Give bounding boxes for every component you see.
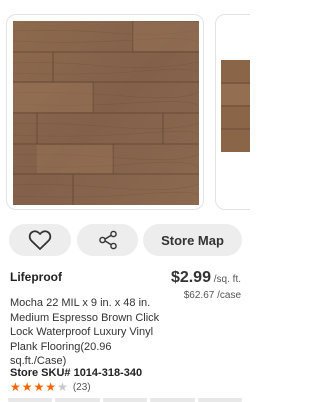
next-section-edge xyxy=(0,398,250,402)
heart-icon xyxy=(28,230,52,250)
star-icon: ★ xyxy=(33,380,45,394)
price-per-unit: $2.99 xyxy=(170,269,211,286)
next-product-image[interactable] xyxy=(215,14,250,210)
share-icon xyxy=(98,230,117,250)
review-count[interactable]: (23) xyxy=(73,382,91,393)
star-icon: ★ xyxy=(21,380,33,394)
star-icon: ★ xyxy=(10,380,21,394)
rating[interactable]: ★ ★ ★ ★ ★ (23) xyxy=(10,380,91,394)
store-map-button[interactable]: Store Map xyxy=(143,224,242,256)
product-title[interactable]: Mocha 22 MIL x 9 in. x 48 in. Medium Esp… xyxy=(10,296,160,369)
action-bar: Store Map xyxy=(0,224,250,258)
star-icon: ★ xyxy=(57,380,68,394)
image-carousel[interactable] xyxy=(0,0,250,214)
star-icon: ★ xyxy=(45,380,57,394)
price-per-case: $62.67 /case xyxy=(183,290,241,301)
product-page: Store Map Lifeproof $2.99 /sq. ft. $62.6… xyxy=(0,0,250,402)
favorite-button[interactable] xyxy=(9,224,71,256)
wood-floor-plank-image xyxy=(13,21,199,205)
store-sku: Store SKU# 1014-318-340 xyxy=(10,367,143,379)
product-brand[interactable]: Lifeproof xyxy=(10,270,62,284)
price-unit: /sq. ft. xyxy=(210,274,241,285)
price-block: $2.99 /sq. ft. xyxy=(171,269,241,287)
share-button[interactable] xyxy=(77,224,138,256)
main-product-image[interactable] xyxy=(6,14,204,210)
store-map-label: Store Map xyxy=(161,232,224,248)
wood-floor-plank-image xyxy=(221,60,250,152)
